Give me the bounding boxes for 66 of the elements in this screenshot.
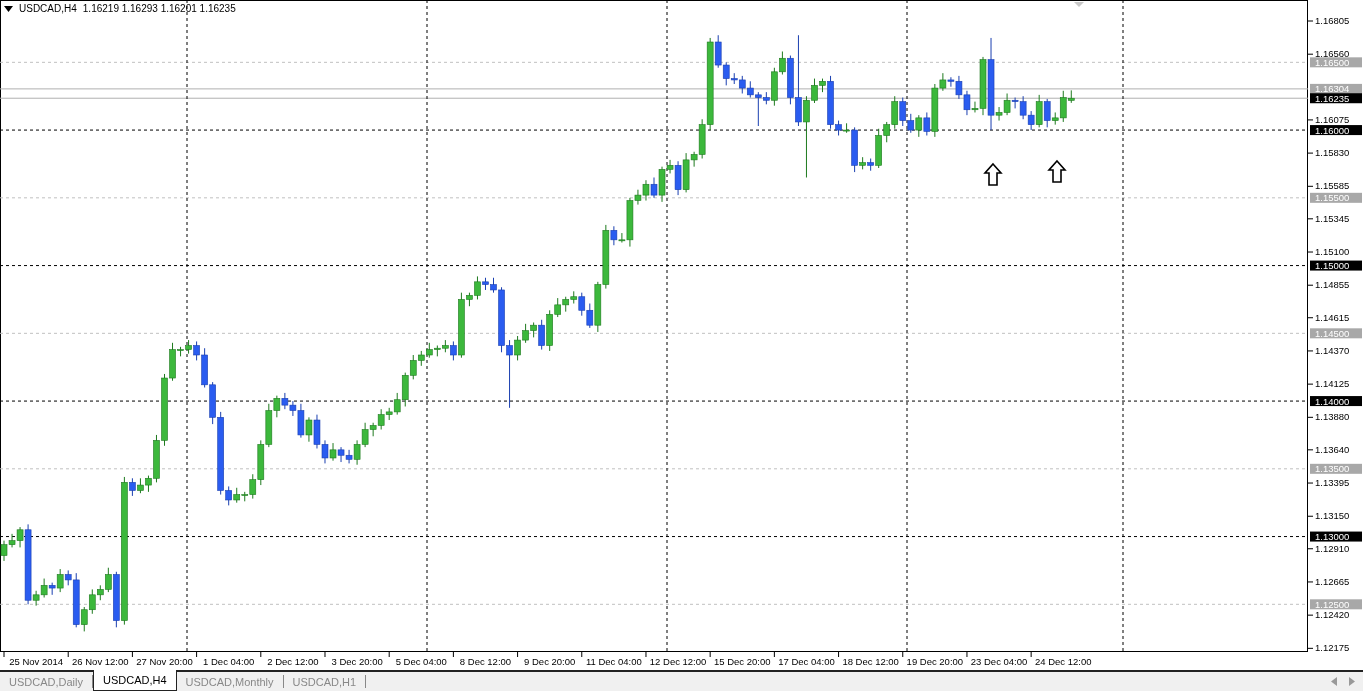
time-axis-label: 8 Dec 12:00: [459, 656, 512, 667]
price-tag: 1.15500: [1310, 192, 1362, 204]
time-axis-label: 9 Dec 20:00: [524, 656, 576, 667]
price-axis-label: 1.13395: [1315, 477, 1350, 489]
price-tag: 1.15000: [1310, 260, 1362, 272]
price-axis-label: 1.13640: [1315, 443, 1350, 455]
price-tag: 1.14000: [1310, 395, 1362, 407]
price-axis-label: 1.12665: [1315, 575, 1350, 587]
time-axis-label: 5 Dec 04:00: [395, 656, 447, 667]
time-axis-label: 26 Nov 12:00: [72, 656, 129, 667]
price-tag: 1.14500: [1310, 327, 1362, 339]
time-axis-label: 19 Dec 20:00: [906, 656, 964, 667]
price-tag: 1.16500: [1310, 56, 1362, 68]
price-axis-label: 1.16805: [1315, 15, 1350, 26]
chart-title: USDCAD,H4: [19, 3, 77, 14]
up-arrow-icon: [1047, 159, 1067, 183]
price-axis-label: 1.14615: [1315, 311, 1350, 323]
price-axis-label: 1.14370: [1315, 344, 1350, 356]
time-axis-label: 24 Dec 12:00: [1035, 656, 1092, 667]
scroll-right-icon[interactable]: [1349, 677, 1355, 686]
price-axis-label: 1.15100: [1315, 246, 1350, 257]
time-axis-label: 25 Nov 2014: [9, 656, 64, 667]
price-axis-label: 1.12420: [1315, 609, 1350, 621]
chart-tab[interactable]: USDCAD,Monthly: [176, 675, 284, 688]
price-axis-label: 1.14855: [1315, 279, 1350, 291]
chart-tab[interactable]: USDCAD,Daily: [0, 675, 93, 688]
price-axis-label: 1.13880: [1315, 411, 1350, 423]
price-axis-label: 1.13150: [1315, 510, 1350, 522]
price-axis-label: 1.12910: [1315, 542, 1350, 554]
time-axis-label: 3 Dec 20:00: [331, 656, 383, 667]
price-tag: 1.13500: [1310, 463, 1362, 475]
price-axis-label: 1.15585: [1315, 180, 1350, 192]
time-axis-label: 18 Dec 12:00: [842, 656, 899, 667]
chart-tab[interactable]: USDCAD,H4: [92, 670, 177, 691]
price-quote: 1.16219 1.16293 1.16201 1.16235: [82, 3, 236, 14]
time-axis-label: 1 Dec 04:00: [203, 656, 255, 667]
ref-line-label: 1.13500: [1315, 463, 1350, 475]
price-tag: 1.12500: [1310, 598, 1362, 610]
ref-line-label: 1.14500: [1315, 327, 1350, 339]
time-axis-label: 11 Dec 04:00: [585, 656, 642, 667]
time-axis-label: 17 Dec 04:00: [778, 656, 835, 667]
time-axis-label: 12 Dec 12:00: [649, 656, 707, 667]
price-tag: 1.16235: [1310, 92, 1362, 104]
shift-marker-icon[interactable]: [1074, 2, 1084, 7]
price-tag: 1.13000: [1310, 531, 1362, 543]
price-axis-label: 1.14125: [1315, 378, 1350, 390]
price-axis-label: 1.15345: [1315, 212, 1350, 224]
time-axis-label: 23 Dec 04:00: [970, 656, 1028, 667]
price-tag: 1.16304: [1310, 83, 1362, 95]
price-tag: 1.16000: [1310, 124, 1362, 136]
price-axis-label: 1.15830: [1315, 147, 1350, 159]
ref-line-label: 1.16000: [1315, 124, 1350, 136]
dropdown-icon[interactable]: [4, 5, 13, 12]
price-axis-label: 1.12175: [1315, 642, 1350, 654]
time-axis-label: 2 Dec 12:00: [267, 656, 319, 667]
ref-line-label: 1.15500: [1315, 192, 1350, 204]
scroll-left-icon[interactable]: [1331, 677, 1337, 686]
time-axis-label: 27 Nov 20:00: [136, 656, 193, 667]
ref-line-label: 1.14000: [1315, 395, 1350, 407]
time-axis-label: 15 Dec 20:00: [714, 656, 771, 667]
ref-line-label: 1.13000: [1315, 531, 1350, 543]
ref-line-label: 1.12500: [1315, 598, 1350, 610]
chart-tab[interactable]: USDCAD,H1: [283, 675, 367, 688]
up-arrow-icon: [983, 162, 1003, 186]
ref-line-label: 1.15000: [1315, 260, 1350, 272]
price-axis-label: 1.16075: [1315, 113, 1350, 125]
